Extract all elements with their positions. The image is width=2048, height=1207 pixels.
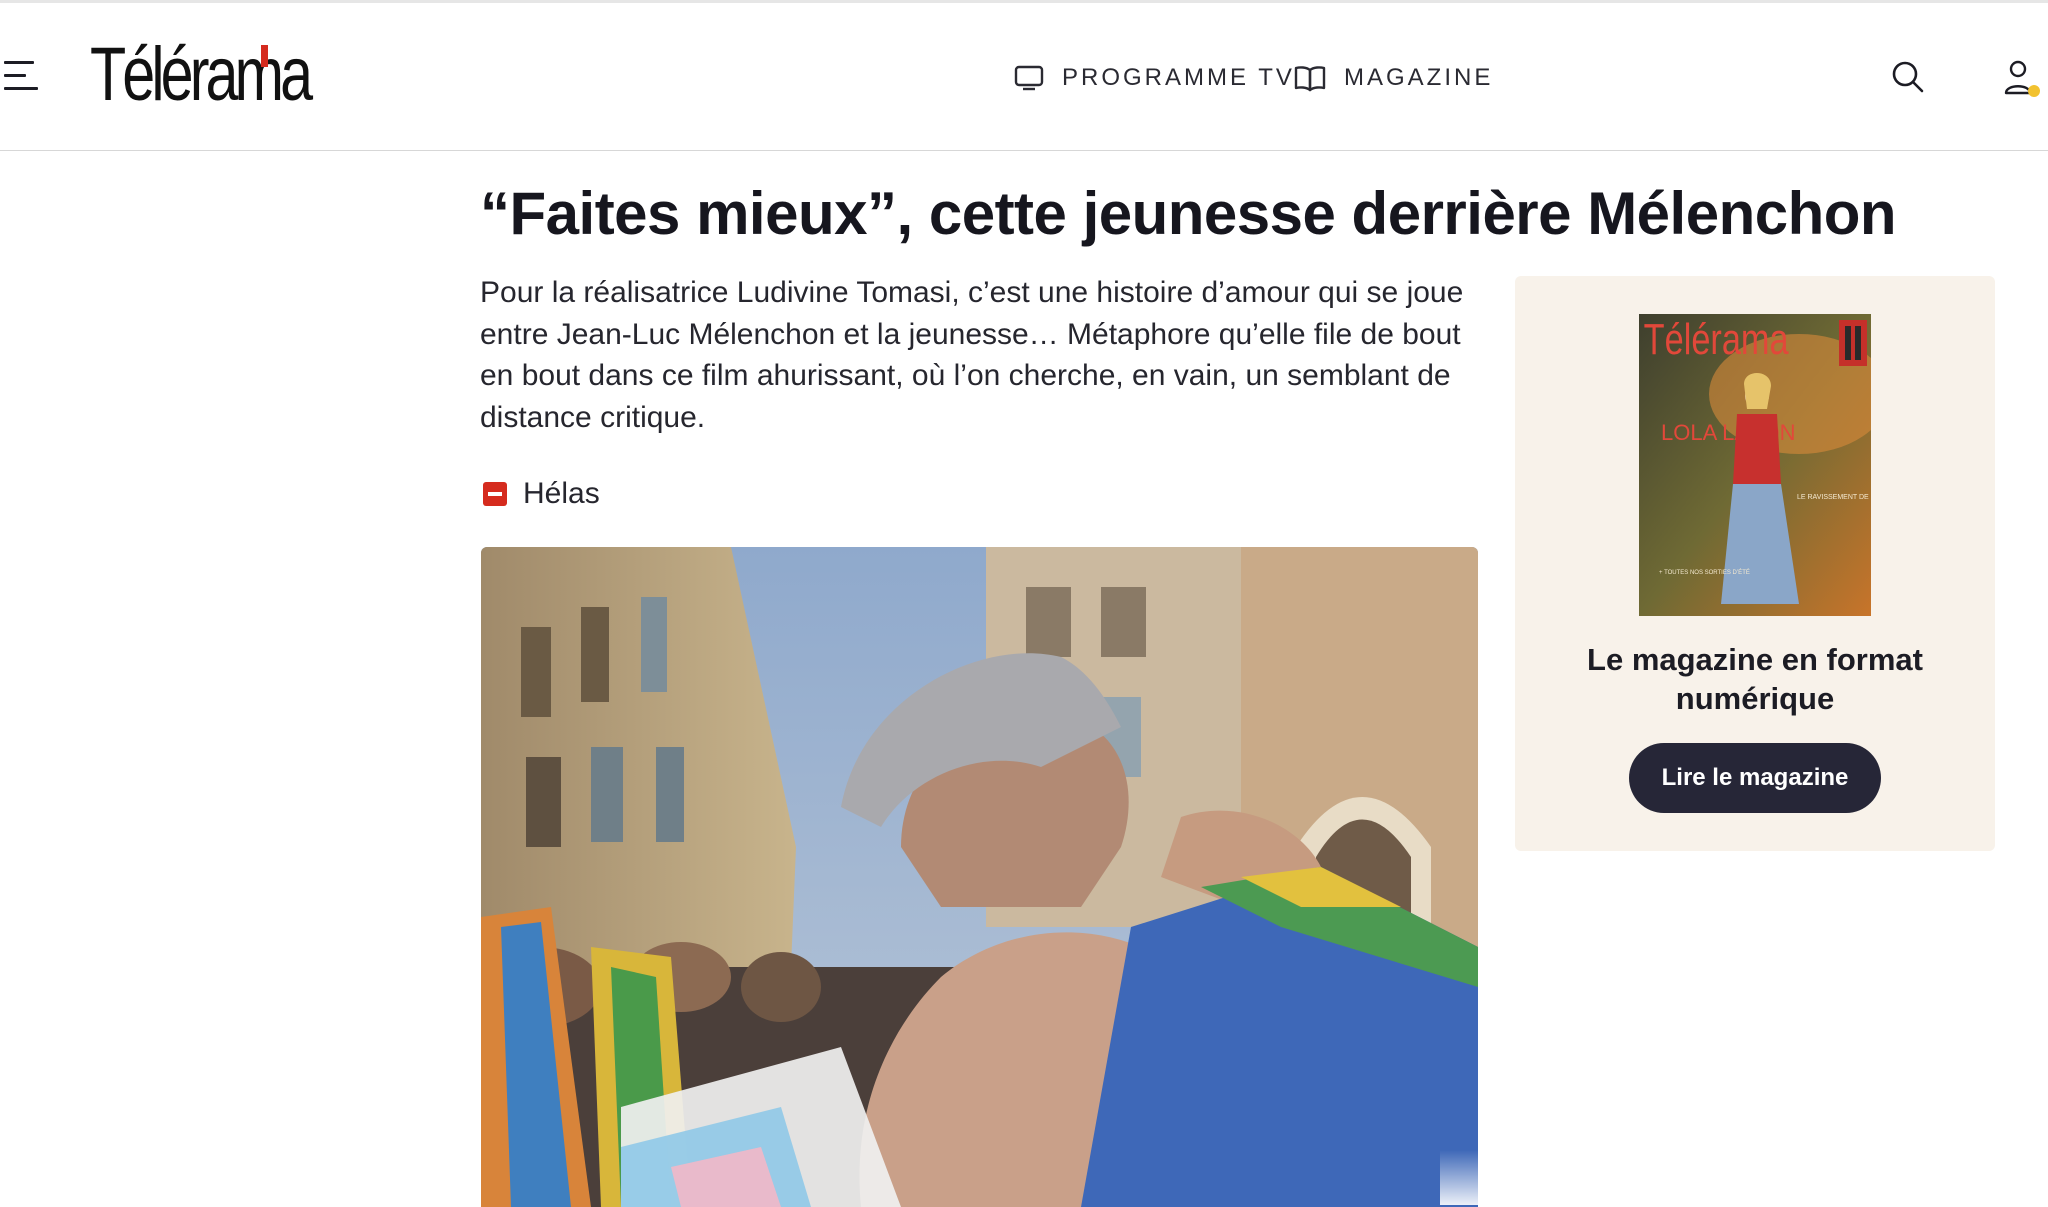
- nav-magazine[interactable]: MAGAZINE: [1294, 55, 1493, 101]
- read-magazine-button[interactable]: Lire le magazine: [1629, 743, 1881, 813]
- menu-line: [4, 74, 26, 77]
- nav-label: PROGRAMME TV: [1062, 64, 1295, 91]
- promo-title: Le magazine en format numérique: [1587, 642, 1923, 716]
- book-icon: [1294, 66, 1326, 92]
- search-icon[interactable]: [1890, 59, 1926, 95]
- tv-icon: [1014, 65, 1044, 91]
- cover-image: Télérama LOLA LAFON LE RAVISSEMENT DE L’…: [1639, 314, 1871, 616]
- menu-line: [4, 61, 34, 64]
- site-header: Télérama PROGRAMME TV MAGAZINE: [0, 3, 2048, 151]
- telerama-logo[interactable]: Télérama: [90, 35, 313, 115]
- article-title: “Faites mieux”, cette jeunesse derrière …: [480, 180, 1897, 247]
- rating-label: Hélas: [523, 477, 600, 510]
- notification-dot: [2028, 85, 2040, 97]
- nav-label: MAGAZINE: [1344, 64, 1494, 91]
- article-lede: Pour la réalisatrice Ludivine Tomasi, c’…: [480, 276, 1464, 434]
- magazine-cover[interactable]: Télérama LOLA LAFON LE RAVISSEMENT DE L’…: [1639, 314, 1871, 616]
- magazine-promo: Télérama LOLA LAFON LE RAVISSEMENT DE L’…: [1515, 276, 1995, 851]
- menu-line: [4, 87, 38, 90]
- cover-subline: LE RAVISSEMENT DE L’ÉCRITURE: [1797, 492, 1871, 501]
- cover-masthead: Télérama: [1644, 315, 1789, 364]
- menu-icon[interactable]: [4, 59, 40, 93]
- bottom-fade: [1440, 1150, 2048, 1205]
- crowd-pride-embrace-photo: [481, 547, 1478, 1207]
- critic-rating: Hélas: [483, 474, 600, 514]
- minus-square-icon: [483, 482, 507, 506]
- hero-image: [481, 547, 1478, 1207]
- cover-corner: + TOUTES NOS SORTIES D’ÉTÉ: [1659, 569, 1750, 576]
- logo-red-mark: [261, 45, 268, 67]
- nav-programme-tv[interactable]: PROGRAMME TV: [1014, 55, 1295, 101]
- user-icon[interactable]: [2000, 57, 2044, 101]
